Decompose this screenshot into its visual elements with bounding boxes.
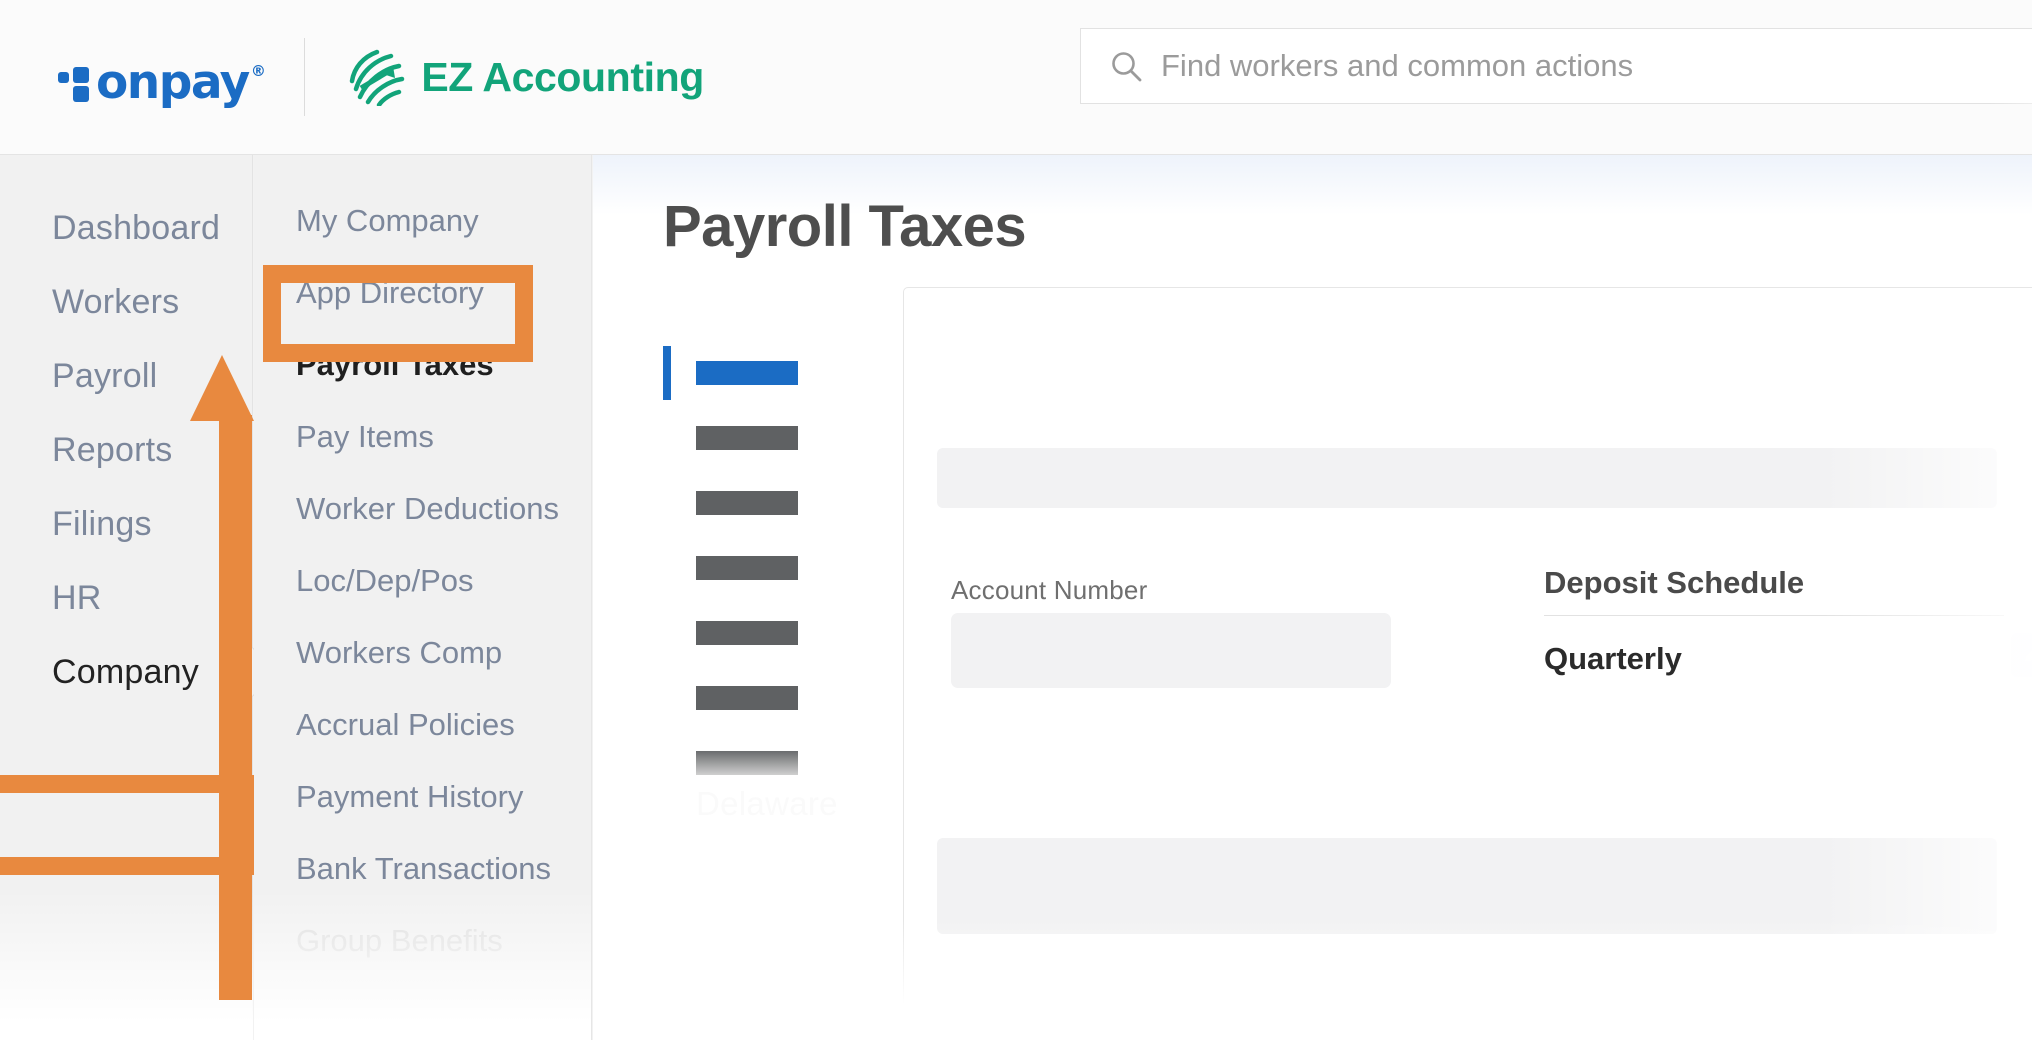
sidebar-item-workers[interactable]: Workers [0, 265, 252, 339]
sidebar-item-company[interactable]: Company [0, 635, 252, 709]
sidebar-item-filings[interactable]: Filings [0, 487, 252, 561]
deposit-schedule-value: Quarterly [1544, 641, 1682, 677]
sidebar-item-label: HR [52, 579, 102, 618]
state-tab-placeholder [696, 491, 798, 515]
search-icon [1109, 49, 1143, 83]
state-tab-rail [663, 340, 873, 795]
state-tab-placeholder [696, 426, 798, 450]
pencil-icon [2011, 633, 2032, 677]
card-skeleton-row-bottom [937, 838, 1997, 934]
search-input[interactable] [1161, 48, 2032, 84]
card-skeleton-row-top [937, 448, 1997, 508]
sidebar-item-label: Bank Transactions [296, 851, 551, 887]
sidebar-item-app-directory[interactable]: App Directory [254, 257, 591, 329]
sidebar-item-label: App Directory [296, 275, 484, 311]
sidebar-item-label: Loc/Dep/Pos [296, 563, 474, 599]
sidebar-item-group-benefits[interactable]: Group Benefits [254, 905, 591, 977]
onpay-dots-icon [58, 59, 92, 95]
sidebar-item-pay-items[interactable]: Pay Items [254, 401, 591, 473]
sidebar-item-label: My Company [296, 203, 479, 239]
sidebar-item-payroll-taxes[interactable]: Payroll Taxes [254, 329, 591, 401]
top-bar: onpay ® EZ Accounting [0, 0, 2032, 155]
state-tab-placeholder [696, 686, 798, 710]
onpay-registered-mark: ® [251, 64, 265, 79]
sidebar-item-label: Workers Comp [296, 635, 502, 671]
sidebar-item-label: Company [52, 653, 199, 692]
sidebar-item-label: Reports [52, 431, 172, 470]
sidebar-item-label: Accrual Policies [296, 707, 515, 743]
sidebar-item-loc-dep-pos[interactable]: Loc/Dep/Pos [254, 545, 591, 617]
onpay-logo[interactable]: onpay ® [58, 0, 262, 154]
sidebar-item-dashboard[interactable]: Dashboard [0, 191, 252, 265]
global-search[interactable] [1080, 28, 2032, 104]
state-tab[interactable] [663, 665, 873, 730]
sidebar-item-bank-transactions[interactable]: Bank Transactions [254, 833, 591, 905]
company-logo[interactable]: EZ Accounting [347, 48, 704, 106]
deposit-schedule-divider [1544, 615, 2004, 616]
sidebar-item-label: Payment History [296, 779, 523, 815]
onpay-wordmark: onpay [96, 59, 249, 106]
account-number-field[interactable] [951, 613, 1391, 688]
sidebar-item-workers-comp[interactable]: Workers Comp [254, 617, 591, 689]
ez-accounting-swoosh-icon [347, 48, 405, 106]
brand-divider [304, 38, 305, 116]
state-tab[interactable] [663, 600, 873, 665]
sidebar-item-worker-deductions[interactable]: Worker Deductions [254, 473, 591, 545]
sidebar-item-my-company[interactable]: My Company [254, 185, 591, 257]
state-tab[interactable] [663, 535, 873, 600]
secondary-sidebar: My Company App Directory Payroll Taxes P… [254, 155, 592, 1040]
app-root: onpay ® EZ Accounting [0, 0, 2032, 1040]
primary-sidebar-bottom-fade [0, 890, 253, 1040]
state-tab[interactable] [663, 340, 873, 405]
page-title: Payroll Taxes [663, 193, 1026, 260]
sidebar-item-payroll[interactable]: Payroll [0, 339, 252, 413]
deposit-schedule-label: Deposit Schedule [1544, 565, 1804, 601]
sidebar-item-label: Pay Items [296, 419, 434, 455]
state-tab[interactable] [663, 405, 873, 470]
state-tab-placeholder [696, 556, 798, 580]
sidebar-item-label: Filings [52, 505, 152, 544]
state-tab-placeholder [696, 751, 798, 775]
sidebar-item-label: Workers [52, 283, 179, 322]
account-number-label: Account Number [951, 575, 1147, 606]
active-tab-marker [663, 346, 671, 400]
sidebar-item-hr[interactable]: HR [0, 561, 252, 635]
state-tab-placeholder [696, 621, 798, 645]
sidebar-item-label: Payroll [52, 357, 157, 396]
state-tab-label-delaware[interactable]: Delaware [696, 785, 838, 823]
update-deposit-schedule-button[interactable]: Update [2011, 633, 2032, 677]
payroll-tax-detail-card: Account Number Deposit Schedule Quarterl… [903, 287, 2032, 1040]
sidebar-item-accrual-policies[interactable]: Accrual Policies [254, 689, 591, 761]
sidebar-item-label: Worker Deductions [296, 491, 559, 527]
state-tab-placeholder [696, 361, 798, 385]
sidebar-item-reports[interactable]: Reports [0, 413, 252, 487]
ez-accounting-label: EZ Accounting [421, 54, 704, 101]
state-tab[interactable] [663, 470, 873, 535]
primary-sidebar: Dashboard Workers Payroll Reports Filing… [0, 155, 253, 1040]
sidebar-item-label: Payroll Taxes [296, 347, 494, 383]
main-content: Payroll Taxes Delaware Account Number De… [593, 155, 2032, 1040]
sidebar-item-label: Dashboard [52, 209, 220, 248]
sidebar-item-label: Group Benefits [296, 923, 503, 959]
sidebar-item-payment-history[interactable]: Payment History [254, 761, 591, 833]
